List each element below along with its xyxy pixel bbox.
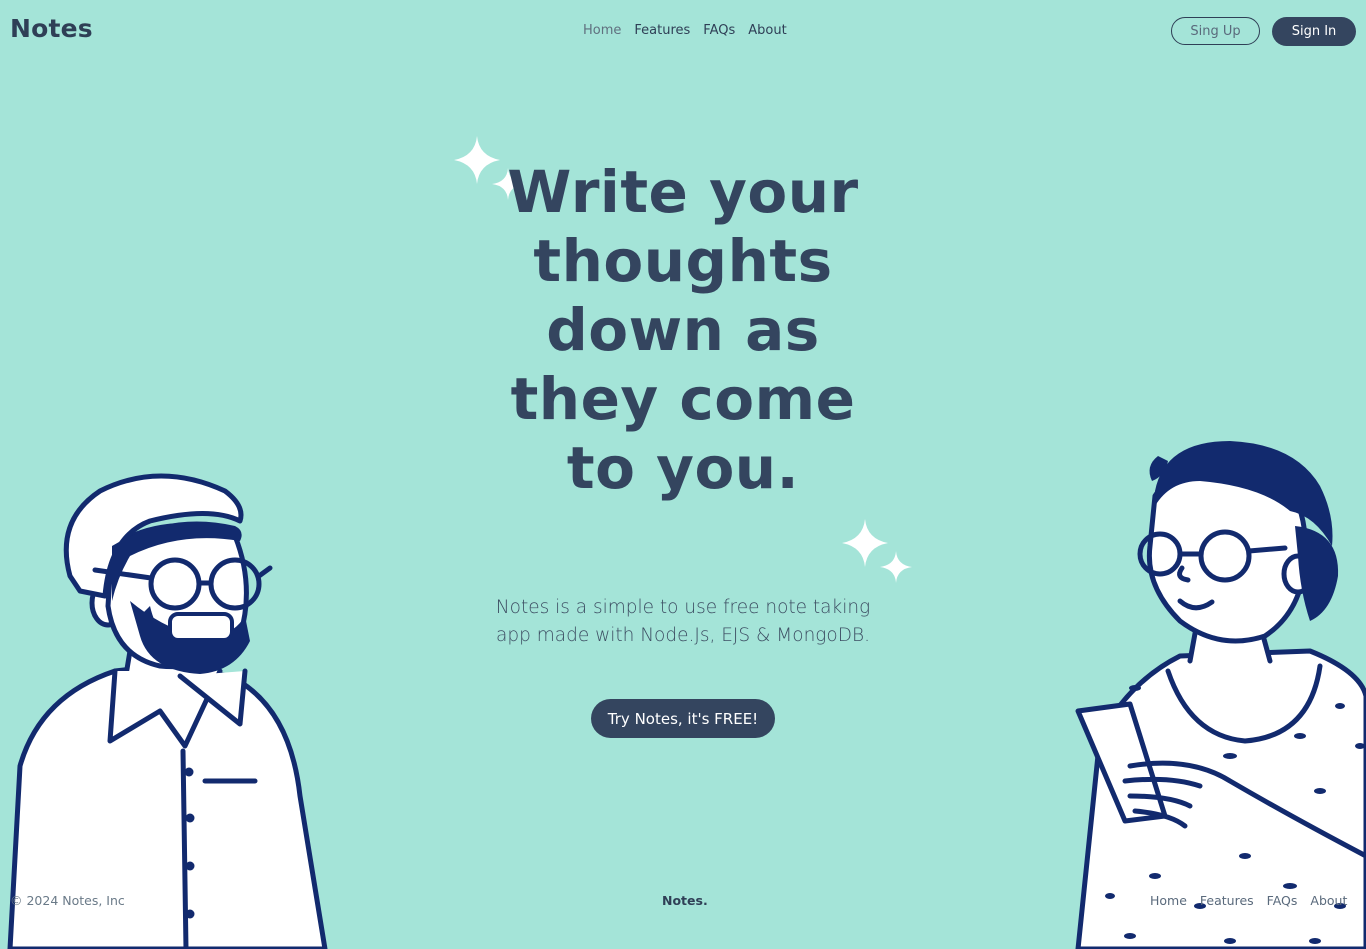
hero-title: Write your thoughts down as they come to…: [507, 158, 859, 502]
footer-copyright: © 2024 Notes, Inc: [10, 893, 125, 908]
woman-illustration: [1075, 441, 1366, 949]
hero-description: Notes is a simple to use free note takin…: [495, 597, 871, 646]
footer-nav-features[interactable]: Features: [1200, 893, 1254, 908]
man-illustration: [7, 473, 328, 949]
signin-button[interactable]: Sign In: [1272, 17, 1356, 46]
nav-faqs[interactable]: FAQs: [703, 23, 735, 38]
try-notes-button[interactable]: Try Notes, it's FREE!: [591, 699, 775, 738]
main-nav: Home Features FAQs About: [583, 23, 787, 38]
footer-nav: Home Features FAQs About: [1150, 893, 1347, 908]
footer-nav-faqs[interactable]: FAQs: [1267, 893, 1298, 908]
footer-brand[interactable]: Notes.: [662, 893, 708, 908]
nav-features[interactable]: Features: [634, 23, 690, 38]
signup-button[interactable]: Sing Up: [1171, 17, 1260, 45]
footer-nav-about[interactable]: About: [1310, 893, 1347, 908]
sparkle-icon: [842, 519, 912, 583]
nav-home[interactable]: Home: [583, 23, 621, 38]
site-header: Notes Home Features FAQs About Sing Up S…: [0, 0, 1366, 64]
logo[interactable]: Notes: [10, 14, 93, 43]
nav-about[interactable]: About: [748, 23, 786, 38]
footer-nav-home[interactable]: Home: [1150, 893, 1187, 908]
